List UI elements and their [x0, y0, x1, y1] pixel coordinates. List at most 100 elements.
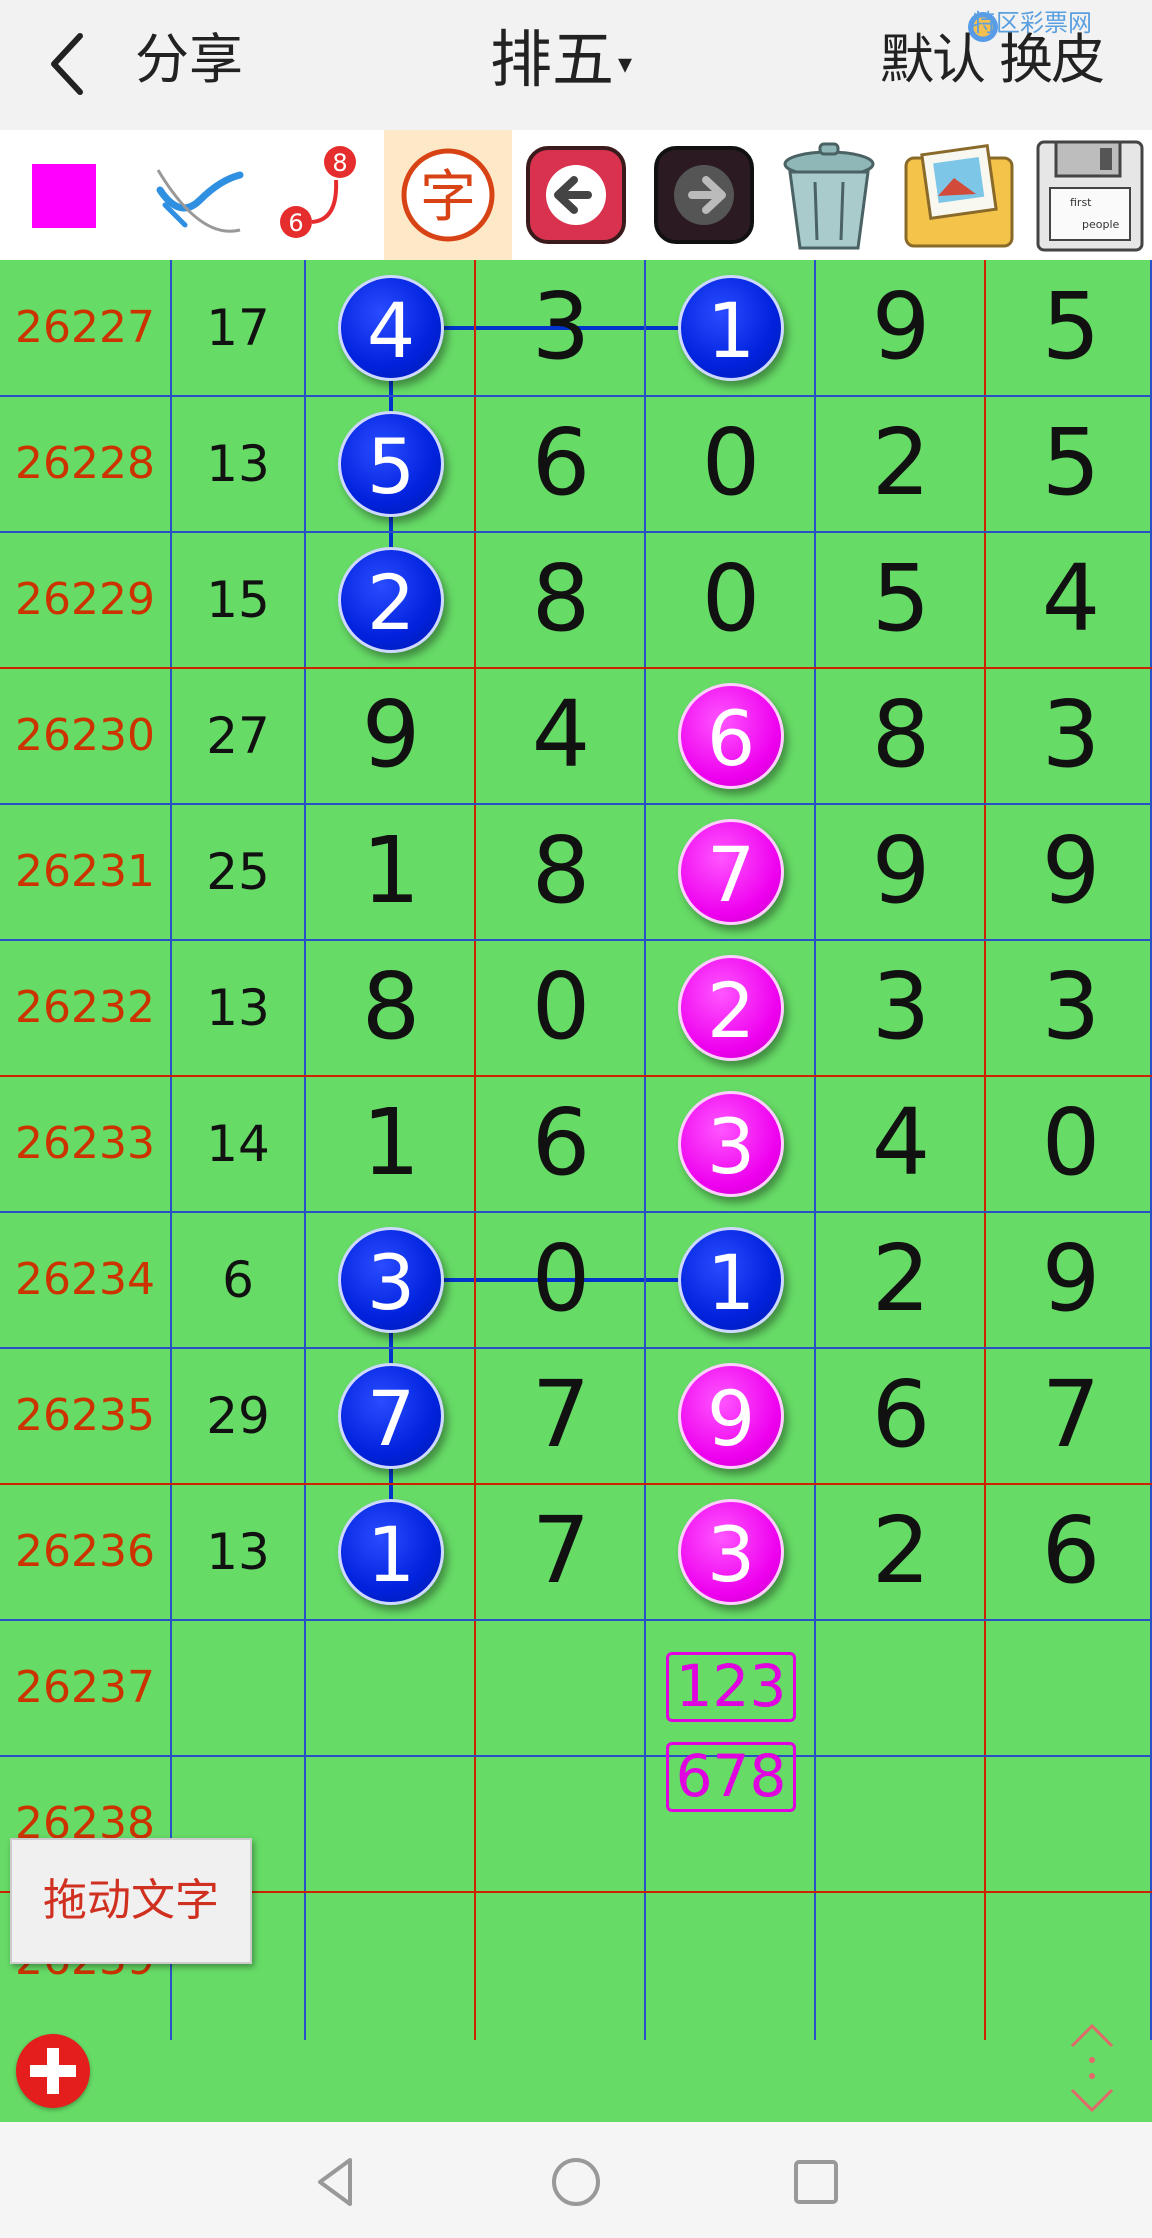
sum-value: 13 [206, 435, 270, 493]
trash-can-icon[interactable] [770, 130, 888, 260]
digit-cell[interactable]: 5 [816, 544, 986, 654]
connect-line-icon[interactable]: 8 6 [268, 130, 378, 260]
digit-cell[interactable]: 7 [476, 1496, 646, 1606]
sum-value: 29 [206, 1387, 270, 1445]
digit-cell[interactable]: 8 [476, 816, 646, 926]
pink-highlight-ball[interactable]: 3 [678, 1499, 784, 1605]
pink-highlight-ball[interactable]: 2 [678, 955, 784, 1061]
digit-cell[interactable]: 9 [986, 1224, 1152, 1334]
text-tool-button[interactable]: 字 [384, 130, 512, 260]
sum-value: 14 [206, 1115, 270, 1173]
redo-arrow-icon[interactable] [648, 130, 760, 260]
blue-highlight-ball[interactable]: 1 [678, 275, 784, 381]
share-button[interactable]: 分享 [135, 28, 243, 92]
blue-highlight-ball[interactable]: 5 [338, 411, 444, 517]
issue-number: 26234 [15, 1254, 155, 1305]
issue-number: 26227 [15, 302, 155, 353]
color-picker-button[interactable] [0, 130, 128, 260]
chevron-left-icon[interactable] [40, 26, 100, 102]
digit-cell[interactable]: 4 [986, 544, 1152, 654]
issue-number: 26235 [15, 1390, 155, 1441]
issue-number: 26237 [15, 1662, 155, 1713]
blue-highlight-ball[interactable]: 1 [678, 1227, 784, 1333]
save-disk-icon[interactable]: first people [1030, 130, 1150, 260]
back-triangle-icon[interactable] [306, 2152, 366, 2212]
digit-cell[interactable]: 9 [306, 680, 476, 790]
blue-highlight-ball[interactable]: 7 [338, 1363, 444, 1469]
digit-cell[interactable]: 2 [816, 1496, 986, 1606]
undo-arrow-icon[interactable] [520, 130, 632, 260]
grid-row-divider [0, 1211, 1152, 1213]
digit-cell[interactable]: 8 [476, 544, 646, 654]
digit-cell[interactable]: 6 [476, 1088, 646, 1198]
digit-cell[interactable]: 3 [986, 952, 1152, 1062]
home-circle-icon[interactable] [546, 2152, 606, 2212]
grid-row-divider [0, 1347, 1152, 1349]
connect-number-8: 8 [332, 149, 347, 177]
pen-tool-icon[interactable] [140, 130, 260, 260]
drawing-toolbar: 8 6 字 first people [0, 130, 1152, 260]
issue-number: 26228 [15, 438, 155, 489]
prediction-box[interactable]: 678 [666, 1742, 796, 1812]
digit-cell[interactable]: 5 [986, 408, 1152, 518]
connect-number-6: 6 [288, 209, 303, 237]
sum-value: 27 [206, 707, 270, 765]
digit-cell[interactable]: 9 [816, 272, 986, 382]
blue-highlight-ball[interactable]: 1 [338, 1499, 444, 1605]
digit-cell[interactable]: 7 [476, 1360, 646, 1470]
blue-highlight-ball[interactable]: 4 [338, 275, 444, 381]
digit-cell[interactable]: 0 [986, 1088, 1152, 1198]
digit-cell[interactable]: 9 [816, 816, 986, 926]
drag-text-button[interactable]: 拖动文字 [10, 1838, 252, 1964]
digit-cell[interactable]: 6 [986, 1496, 1152, 1606]
digit-cell[interactable]: 0 [646, 544, 816, 654]
sum-value: 6 [222, 1251, 254, 1309]
digit-cell[interactable]: 8 [306, 952, 476, 1062]
pink-highlight-ball[interactable]: 9 [678, 1363, 784, 1469]
grid-row-divider [0, 531, 1152, 533]
photo-gallery-icon[interactable] [896, 130, 1022, 260]
vertical-arrows-icon[interactable] [1062, 2020, 1122, 2116]
digit-cell[interactable]: 3 [816, 952, 986, 1062]
digit-cell[interactable]: 4 [816, 1088, 986, 1198]
watermark-text: 特区彩票网 [972, 9, 1092, 37]
issue-number: 26229 [15, 574, 155, 625]
issue-number: 26230 [15, 710, 155, 761]
issue-number: 26236 [15, 1526, 155, 1577]
blue-highlight-ball[interactable]: 2 [338, 547, 444, 653]
grid-row-divider [0, 1619, 1152, 1621]
digit-cell[interactable]: 1 [306, 1088, 476, 1198]
digit-cell[interactable]: 7 [986, 1360, 1152, 1470]
pink-highlight-ball[interactable]: 7 [678, 819, 784, 925]
issue-number: 26232 [15, 982, 155, 1033]
digit-cell[interactable]: 6 [476, 408, 646, 518]
digit-cell[interactable]: 3 [986, 680, 1152, 790]
pink-highlight-ball[interactable]: 3 [678, 1091, 784, 1197]
grid-row-divider [0, 667, 1152, 669]
grid-row-divider [0, 1075, 1152, 1077]
digit-cell[interactable]: 2 [816, 408, 986, 518]
digit-cell[interactable]: 3 [476, 272, 646, 382]
digit-cell[interactable]: 6 [816, 1360, 986, 1470]
blue-highlight-ball[interactable]: 3 [338, 1227, 444, 1333]
grid-row-divider [0, 1483, 1152, 1485]
plus-circle-icon[interactable] [16, 2034, 90, 2108]
sum-value: 13 [206, 979, 270, 1037]
recent-square-icon[interactable] [786, 2152, 846, 2212]
sum-value: 15 [206, 571, 270, 629]
disk-label-first: first [1070, 196, 1092, 209]
lottery-title-dropdown[interactable]: 排五 ▾ [490, 22, 632, 102]
digit-cell[interactable]: 9 [986, 816, 1152, 926]
digit-cell[interactable]: 5 [986, 272, 1152, 382]
pink-highlight-ball[interactable]: 6 [678, 683, 784, 789]
app-header: 分享 排五 ▾ 默认 换皮 特区彩票网 [0, 0, 1152, 130]
digit-cell[interactable]: 0 [646, 408, 816, 518]
digit-cell[interactable]: 0 [476, 1224, 646, 1334]
digit-cell[interactable]: 2 [816, 1224, 986, 1334]
prediction-box[interactable]: 123 [666, 1652, 796, 1722]
digit-cell[interactable]: 4 [476, 680, 646, 790]
digit-cell[interactable]: 8 [816, 680, 986, 790]
digit-cell[interactable]: 1 [306, 816, 476, 926]
digit-cell[interactable]: 0 [476, 952, 646, 1062]
sum-value: 17 [206, 299, 270, 357]
